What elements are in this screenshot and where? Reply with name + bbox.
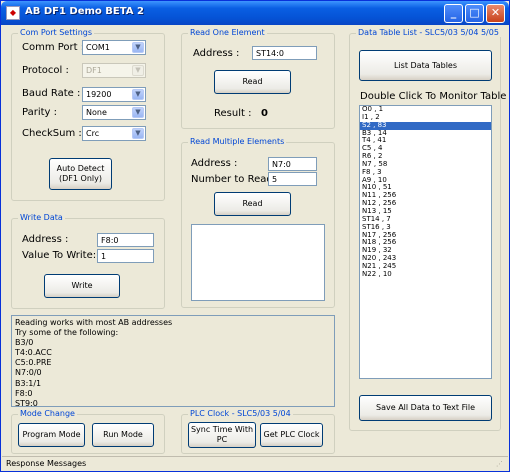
protocol-select: DF1 ▼ xyxy=(82,63,146,78)
write-address-input[interactable]: F8:0 xyxy=(97,233,154,247)
checksum-select[interactable]: Crc ▼ xyxy=(82,126,146,141)
get-plc-clock-button[interactable]: Get PLC Clock xyxy=(260,423,323,447)
comm-port-select[interactable]: COM1 ▼ xyxy=(82,40,146,55)
save-all-data-button[interactable]: Save All Data to Text File xyxy=(359,395,492,421)
maximize-button[interactable]: □ xyxy=(465,4,484,23)
read-address-input[interactable]: ST14:0 xyxy=(252,46,317,60)
list-data-tables-button[interactable]: List Data Tables xyxy=(359,50,492,81)
monitor-table-hint: Double Click To Monitor Table xyxy=(360,91,507,102)
baud-rate-label: Baud Rate : xyxy=(22,88,81,99)
close-button[interactable]: ✕ xyxy=(486,4,505,23)
minimize-button[interactable]: _ xyxy=(444,4,463,23)
write-button[interactable]: Write xyxy=(44,274,120,298)
group-title: Com Port Settings xyxy=(18,28,95,37)
read-multiple-button[interactable]: Read xyxy=(214,192,291,216)
window-title: AB DF1 Demo BETA 2 xyxy=(25,6,144,17)
result-label: Result : xyxy=(214,108,252,119)
number-to-read-input[interactable]: 5 xyxy=(268,172,317,186)
message-line: C5:0.PRE xyxy=(15,358,52,368)
read-multiple-address-input[interactable]: N7:0 xyxy=(268,157,317,171)
messages-box: Reading works with most AB addresses Try … xyxy=(11,315,335,409)
app-icon: ◆ xyxy=(6,6,20,20)
group-title: PLC Clock - SLC5/03 5/04 xyxy=(188,409,293,418)
read-address-label: Address : xyxy=(193,48,240,59)
sync-time-button[interactable]: Sync Time With PC xyxy=(188,422,256,448)
message-line: ST9:0 xyxy=(15,398,38,408)
data-table-listbox[interactable]: O0 , 1 I1 , 2 S2 , 83 B3 , 14 T4 , 41 C5 , 4R… xyxy=(359,105,492,379)
message-line: T4:0.ACC xyxy=(15,348,52,358)
auto-detect-button[interactable]: Auto Detect (DF1 Only) xyxy=(49,158,112,190)
message-line: B3:1/1 xyxy=(15,378,42,388)
parity-label: Parity : xyxy=(22,107,57,118)
value-to-write-label: Value To Write: xyxy=(22,250,97,261)
message-line: Reading works with most AB addresses xyxy=(15,318,173,327)
chevron-down-icon[interactable]: ▼ xyxy=(132,89,144,100)
read-multiple-results-box[interactable] xyxy=(191,224,325,301)
baud-rate-select[interactable]: 19200 ▼ xyxy=(82,87,146,102)
title-bar[interactable]: ◆ AB DF1 Demo BETA 2 _ □ ✕ xyxy=(1,1,509,25)
chevron-down-icon[interactable]: ▼ xyxy=(132,107,144,118)
number-to-read-label: Number to Read : xyxy=(191,174,280,185)
read-multiple-address-label: Address : xyxy=(191,158,238,169)
message-line: N7:0/0 xyxy=(15,368,42,378)
chevron-down-icon[interactable]: ▼ xyxy=(132,128,144,139)
parity-select[interactable]: None ▼ xyxy=(82,105,146,120)
message-line: B3/0 xyxy=(15,338,34,348)
program-mode-button[interactable]: Program Mode xyxy=(18,423,85,447)
checksum-label: CheckSum : xyxy=(22,128,82,139)
messages-text: Reading works with most AB addresses Try … xyxy=(15,318,331,409)
write-address-label: Address : xyxy=(22,234,69,245)
group-title: Read One Element xyxy=(188,28,267,37)
group-title: Read Multiple Elements xyxy=(188,137,287,146)
status-text: Response Messages xyxy=(6,459,87,468)
list-item[interactable]: N22 , 10 xyxy=(360,270,491,279)
result-value: 0 xyxy=(261,108,268,119)
status-bar: Response Messages ⋰ xyxy=(2,456,508,471)
protocol-label: Protocol : xyxy=(22,65,69,76)
chevron-down-icon[interactable]: ▼ xyxy=(132,42,144,53)
group-title: Write Data xyxy=(18,213,65,222)
group-title: Data Table List - SLC5/03 5/04 5/05 xyxy=(356,28,501,37)
value-to-write-input[interactable]: 1 xyxy=(97,249,154,263)
comm-port-label: Comm Port : xyxy=(22,42,85,53)
message-line: F8:0 xyxy=(15,388,33,398)
run-mode-button[interactable]: Run Mode xyxy=(92,423,154,447)
read-one-button[interactable]: Read xyxy=(214,70,291,94)
chevron-down-icon: ▼ xyxy=(132,65,144,76)
data-table-items: O0 , 1 I1 , 2 S2 , 83 B3 , 14 T4 , 41 C5 , 4R… xyxy=(360,106,491,279)
main-window: ◆ AB DF1 Demo BETA 2 _ □ ✕ Com Port Sett… xyxy=(0,0,510,472)
group-title: Mode Change xyxy=(18,409,77,418)
resize-grip-icon[interactable]: ⋰ xyxy=(496,460,506,470)
message-line: Try some of the following: xyxy=(15,328,119,338)
